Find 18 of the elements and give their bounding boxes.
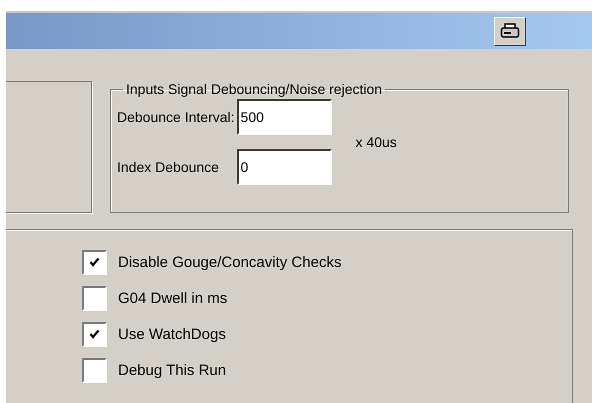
option-label: Use WatchDogs xyxy=(118,326,226,343)
unit-label: x 40us xyxy=(356,134,397,150)
input-field[interactable]: 0 xyxy=(236,149,332,185)
input-field[interactable]: 500 xyxy=(236,99,332,135)
check-icon xyxy=(89,257,100,268)
checkbox[interactable] xyxy=(82,250,107,275)
check-icon xyxy=(89,329,100,340)
option-label: Disable Gouge/Concavity Checks xyxy=(118,254,342,271)
printer-icon xyxy=(500,23,520,39)
option-label: G04 Dwell in ms xyxy=(118,290,228,307)
checkbox[interactable] xyxy=(82,286,107,311)
field-label: Debounce Interval: xyxy=(117,109,235,125)
field-label: Index Debounce xyxy=(117,159,220,175)
checkbox[interactable] xyxy=(82,358,107,383)
option-label: Debug This Run xyxy=(118,362,226,379)
print-button[interactable] xyxy=(494,16,526,46)
group-title: Inputs Signal Debouncing/Noise rejection xyxy=(125,81,384,97)
checkbox[interactable] xyxy=(82,322,107,347)
